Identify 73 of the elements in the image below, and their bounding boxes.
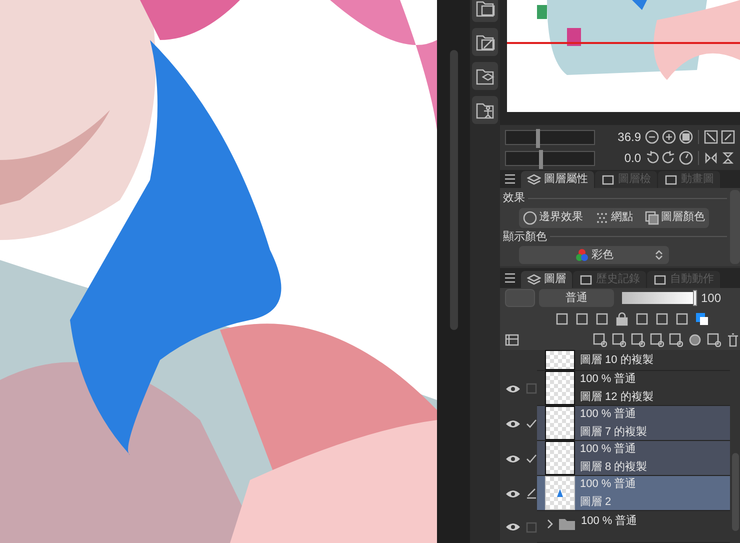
slider-thumb[interactable]: [536, 128, 540, 148]
trash-icon[interactable]: [726, 332, 740, 346]
eye-icon[interactable]: [504, 488, 520, 498]
zoom-reading: 36.9: [618, 129, 641, 146]
zoom-in-icon[interactable]: [662, 130, 676, 144]
layer-info: 100 % 普通: [580, 442, 638, 457]
fit-icon[interactable]: [679, 130, 693, 144]
circle-icon[interactable]: [688, 332, 702, 346]
layer-name: 圖層 2: [580, 495, 612, 510]
eye-icon[interactable]: [504, 418, 520, 428]
flip-horizontal-icon[interactable]: [704, 151, 718, 165]
color-circles-icon: [574, 248, 588, 262]
layer-row[interactable]: 100 % 普通 圖層 12 的複製: [537, 371, 730, 406]
chevron-icon: [655, 249, 663, 261]
panel-tab[interactable]: 圖層: [521, 271, 572, 288]
eye-icon[interactable]: [504, 454, 520, 464]
color-swatch-icon[interactable]: [695, 312, 709, 326]
chevron-icon[interactable]: [547, 519, 553, 529]
layer-info: 100 % 普通: [581, 514, 638, 529]
folder-icon: [558, 517, 576, 531]
expand-icon[interactable]: [721, 130, 735, 144]
check-icon[interactable]: [526, 453, 536, 464]
slider-thumb[interactable]: [538, 150, 543, 168]
expression-color-dropdown[interactable]: [505, 289, 535, 307]
flip-vertical-icon[interactable]: [721, 151, 735, 165]
layer-name: 圖層 12 的複製: [580, 390, 654, 405]
drop-icon: [557, 489, 563, 497]
menu-icon[interactable]: [504, 174, 516, 184]
section-heading: 顯示顏色: [503, 230, 547, 244]
layer-name: 圖層 7 的複製: [580, 425, 648, 440]
layer-thumbnail: [545, 406, 575, 440]
blend-mode-dropdown[interactable]: 普通: [539, 289, 614, 307]
layer-info: 100 % 普通: [580, 406, 638, 422]
layer-thumbnail: [545, 441, 575, 475]
circle-icon: [523, 210, 537, 224]
menu-icon[interactable]: [504, 273, 516, 283]
eye-icon[interactable]: [504, 384, 520, 394]
scrollbar[interactable]: [450, 50, 458, 330]
section-heading: 效果: [503, 191, 525, 206]
effect-button[interactable]: 圖層顏色: [645, 209, 705, 226]
folder-icon[interactable]: [474, 0, 496, 19]
scrollbar[interactable]: [732, 453, 738, 531]
checkbox[interactable]: [526, 522, 536, 532]
layers-icon: [527, 274, 541, 286]
layer-name: 圖層 10 的複製: [580, 353, 654, 368]
dots-icon: [595, 210, 609, 224]
layer-row[interactable]: 100 % 普通 圖層 7 的複製: [537, 406, 730, 441]
opacity-slider[interactable]: [622, 292, 697, 304]
layer-row[interactable]: 圖層 10 的複製: [537, 350, 730, 371]
effect-button[interactable]: 邊界效果: [523, 209, 583, 226]
effect-button[interactable]: 網點: [595, 209, 633, 226]
layer-row[interactable]: 100 % 普通 圖層 2: [537, 476, 730, 511]
slider-thumb[interactable]: [693, 290, 697, 306]
panel-tab[interactable]: 圖層屬性: [521, 171, 594, 188]
color-dropdown[interactable]: 彩色: [519, 246, 669, 264]
check-icon[interactable]: [526, 418, 536, 429]
rotate-right-icon[interactable]: [662, 151, 676, 165]
layer-name: 圖層 8 的複製: [580, 460, 648, 475]
checkbox[interactable]: [526, 383, 536, 394]
eye-icon[interactable]: [504, 522, 520, 532]
panel-icon[interactable]: [505, 332, 519, 346]
layer-info: 100 % 普通: [580, 372, 638, 387]
opacity-value: 100: [701, 290, 722, 307]
reset-icon[interactable]: [679, 151, 693, 165]
layer-row[interactable]: 100 % 普通 圖層 8 的複製: [537, 441, 730, 476]
resize-icon[interactable]: [704, 130, 718, 144]
lock-icon[interactable]: [615, 312, 629, 326]
squares-icon: [645, 210, 659, 224]
rotate-left-icon[interactable]: [645, 151, 659, 165]
layers-icon: [527, 174, 541, 186]
zoom-out-icon[interactable]: [645, 130, 659, 144]
rotation-reading: 0.0: [624, 150, 641, 167]
layer-info: 100 % 普通: [580, 476, 636, 492]
